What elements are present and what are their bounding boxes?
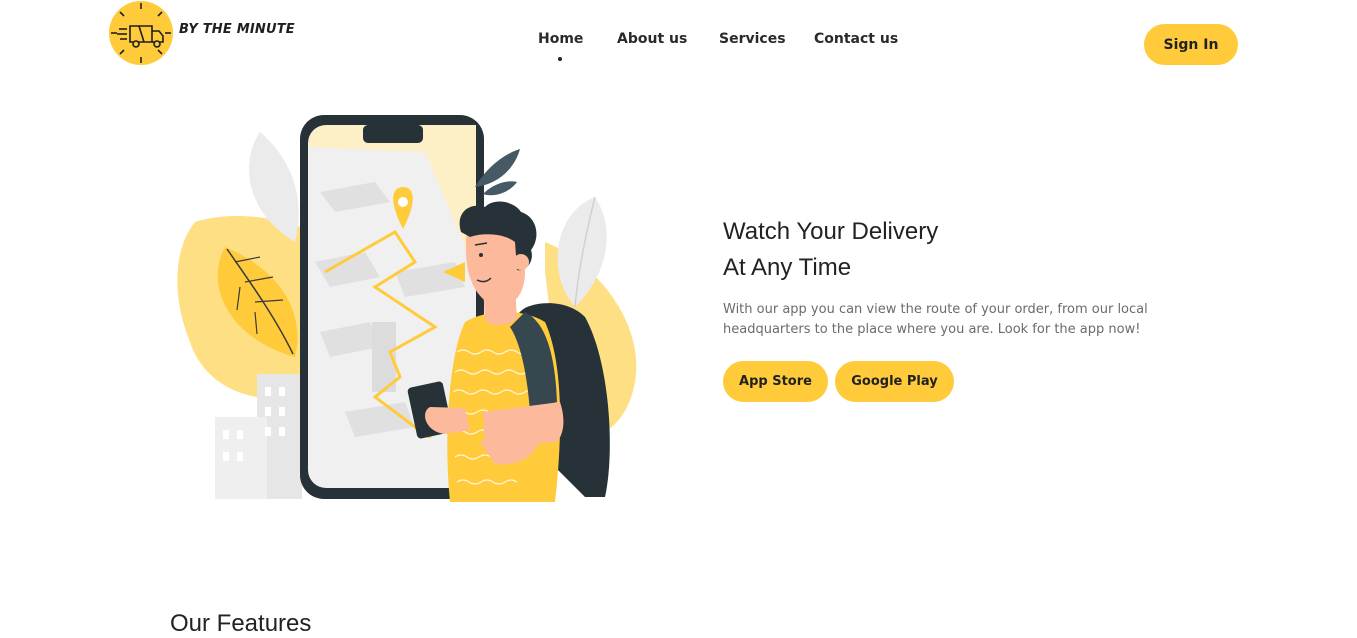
hero-description-line-1: With our app you can view the route of y… (723, 302, 1148, 317)
hero-title-line-2: At Any Time (723, 254, 852, 281)
brand-name: BY THE MINUTE (179, 22, 295, 37)
hero-title: Watch Your Delivery At Any Time (723, 214, 1123, 286)
nav-about-us[interactable]: About us (617, 31, 687, 47)
google-play-button[interactable]: Google Play (835, 361, 954, 402)
app-store-button[interactable]: App Store (723, 361, 828, 402)
nav-contact-us[interactable]: Contact us (814, 31, 898, 47)
next-section-title: Our Features (170, 610, 312, 637)
nav-services[interactable]: Services (719, 31, 786, 47)
hero-title-line-1: Watch Your Delivery (723, 218, 939, 245)
brand-logo[interactable]: BY THE MINUTE (108, 0, 308, 66)
sign-in-button[interactable]: Sign In (1144, 24, 1238, 65)
hero-description-line-2: headquarters to the place where you are.… (723, 322, 1141, 337)
delivery-truck-clock-icon (109, 1, 173, 65)
site-header: BY THE MINUTE Home About us Services Con… (0, 0, 1357, 80)
hero-description: With our app you can view the route of y… (723, 300, 1203, 340)
nav-active-indicator (558, 57, 562, 61)
nav-home[interactable]: Home (538, 31, 583, 47)
delivery-tracking-illustration (177, 115, 637, 502)
